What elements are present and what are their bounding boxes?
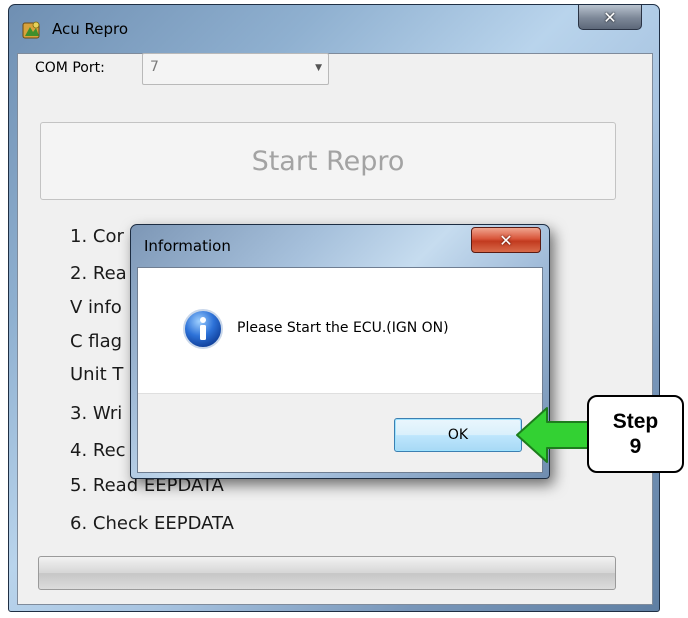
com-port-value: 7 (150, 59, 159, 75)
app-icon (22, 21, 40, 39)
step-callout-label: Step (612, 409, 659, 433)
step-line: V info (70, 297, 122, 318)
step-callout-number: 9 (629, 435, 642, 458)
step-line: 3. Wri (70, 403, 123, 424)
annotation-arrow-icon (516, 407, 596, 463)
start-repro-button[interactable]: Start Repro (40, 122, 616, 200)
dialog-footer: OK (138, 393, 542, 472)
close-icon: ✕ (603, 7, 617, 27)
progress-bar (38, 556, 616, 590)
window-title: Acu Repro (52, 20, 129, 38)
ok-button[interactable]: OK (394, 418, 522, 452)
close-icon: ✕ (499, 230, 513, 250)
step-line: 2. Rea (70, 263, 127, 284)
com-port-select[interactable]: 7 ▼ (142, 53, 329, 85)
info-icon (183, 309, 223, 349)
information-dialog: Information ✕ Please Start the ECU.(IGN … (130, 224, 550, 479)
step-line: 1. Cor (70, 226, 124, 247)
step-line: C flag (70, 331, 123, 352)
step-line: 6. Check EEPDATA (70, 513, 234, 534)
window-close-button[interactable]: ✕ (578, 5, 642, 30)
chevron-down-icon: ▼ (315, 63, 322, 73)
step-callout: Step 9 (587, 395, 684, 473)
step-line: 4. Rec (70, 440, 126, 461)
dialog-close-button[interactable]: ✕ (471, 227, 541, 253)
dialog-body: Please Start the ECU.(IGN ON) OK (137, 267, 543, 473)
dialog-message: Please Start the ECU.(IGN ON) (237, 320, 449, 336)
step-line: Unit T (70, 364, 124, 385)
dialog-title: Information (144, 237, 231, 255)
com-port-label: COM Port: (35, 60, 105, 76)
